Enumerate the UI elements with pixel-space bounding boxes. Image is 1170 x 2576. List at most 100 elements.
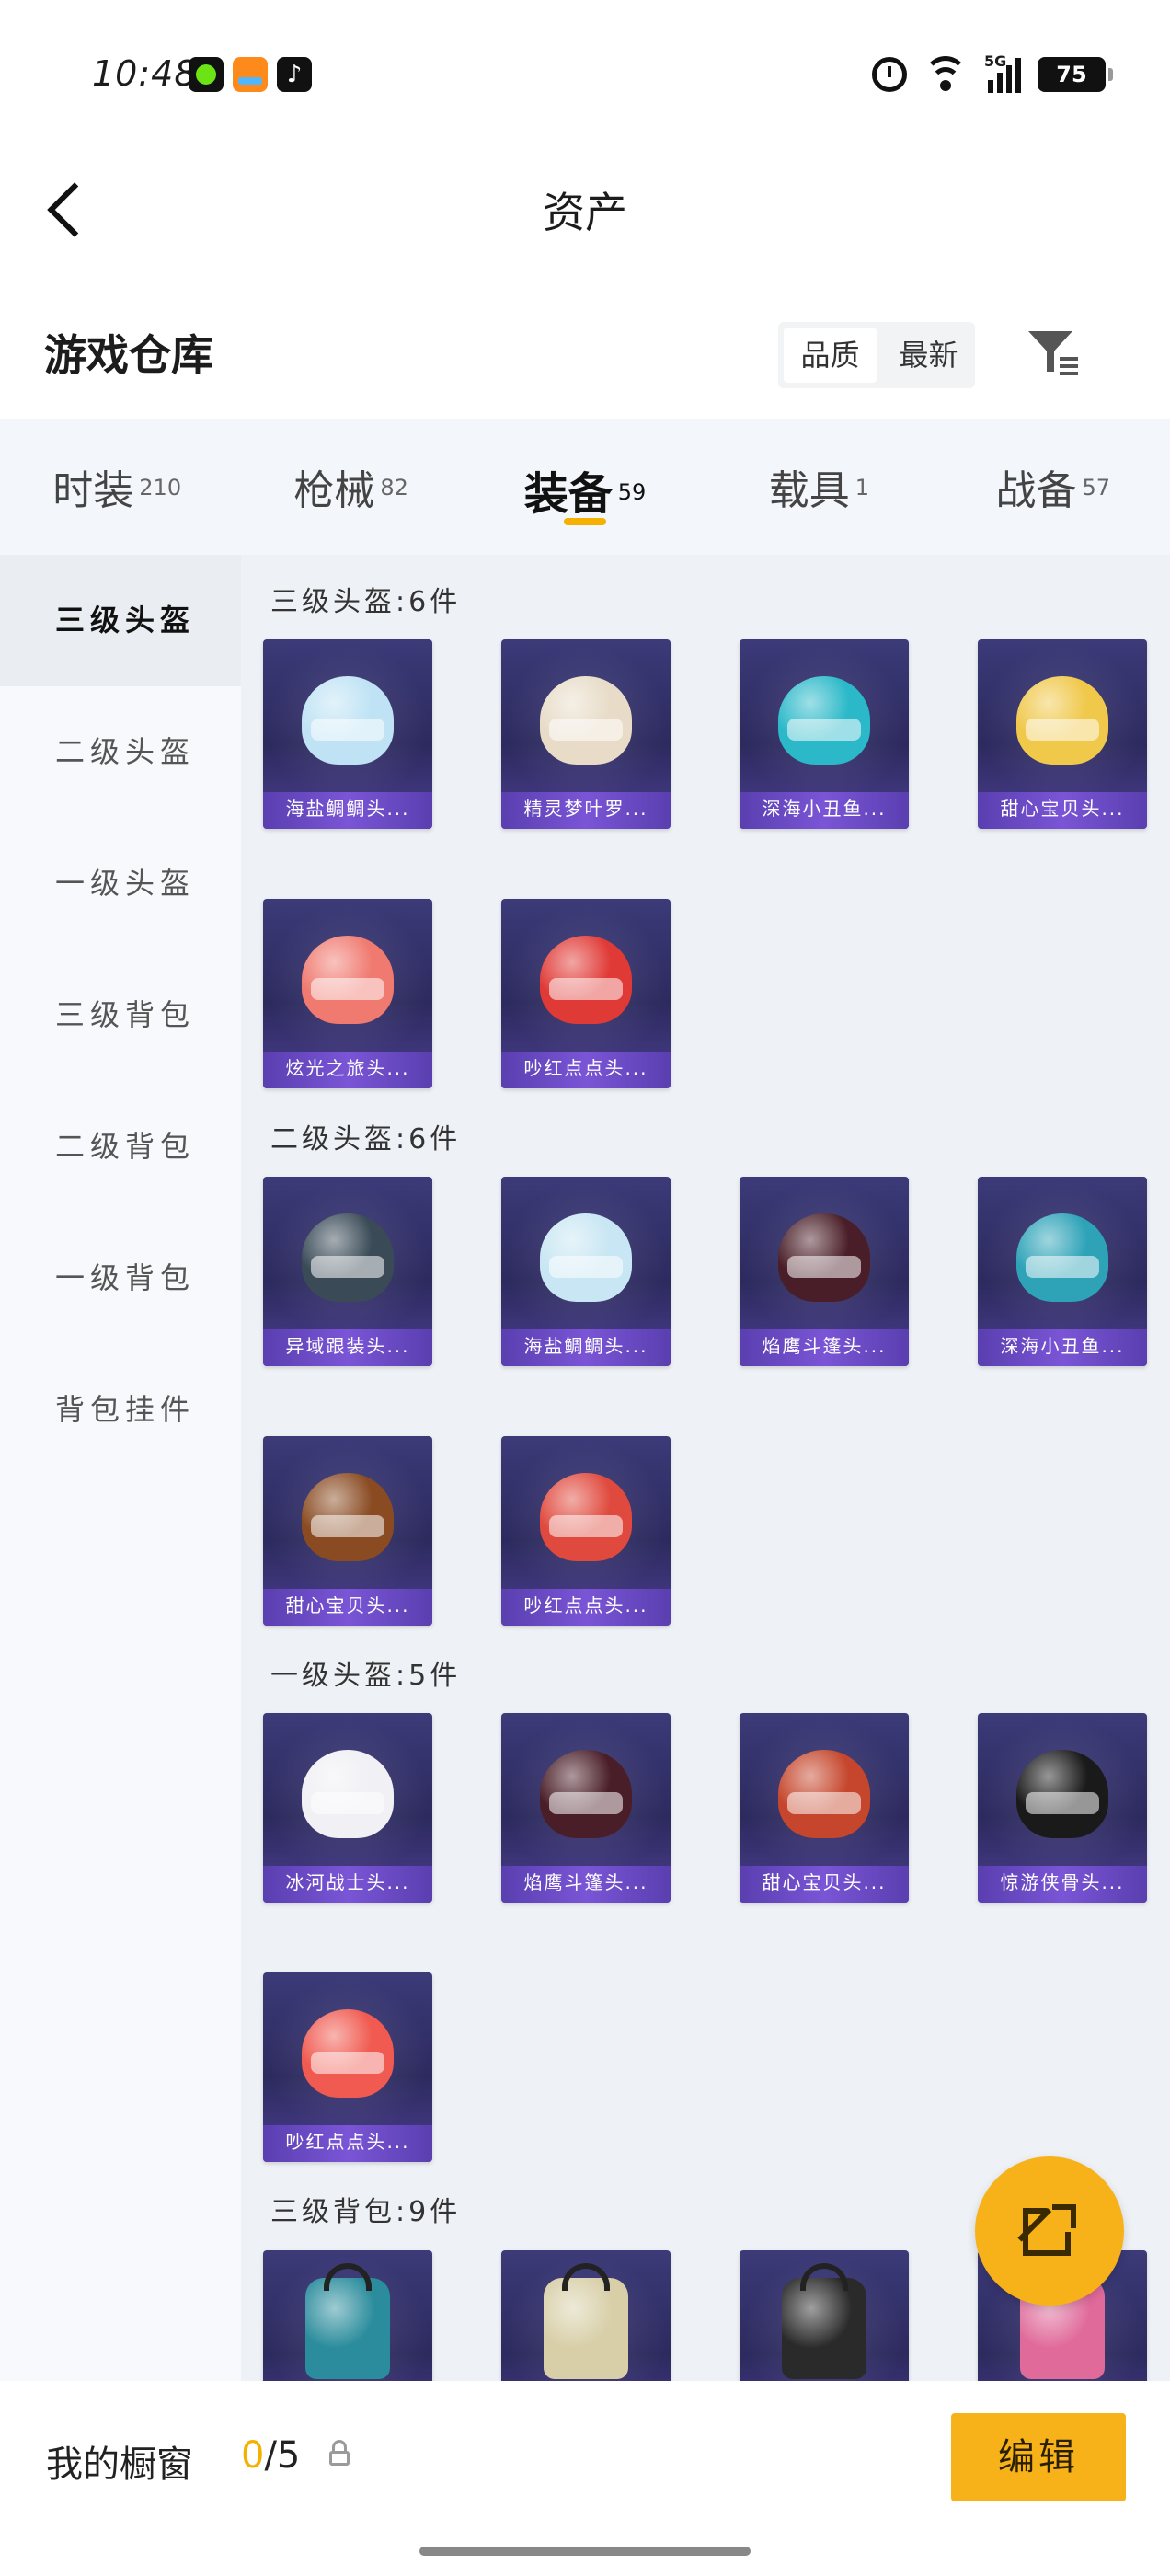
backpack-icon (305, 2263, 390, 2379)
item-card[interactable]: 精灵梦叶罗... (501, 639, 671, 829)
sort-quality-button[interactable]: 品质 (784, 328, 877, 383)
item-card[interactable]: 甜心宝贝头... (263, 1436, 432, 1626)
item-card[interactable]: 焰鹰斗篷头... (740, 1177, 909, 1366)
helmet-icon (778, 676, 870, 765)
filter-button[interactable] (1021, 324, 1082, 385)
helmet-icon (540, 936, 632, 1024)
tab-label: 时装 (52, 467, 134, 514)
section-title: 二级头盔:6件 (270, 1123, 462, 1156)
tab-count: 210 (139, 475, 182, 500)
helmet-icon (540, 1750, 632, 1838)
sidebar-item-level1-helmet[interactable]: 一级头盔 (0, 818, 241, 949)
item-card[interactable]: 冰河战士头... (263, 1713, 432, 1903)
item-card[interactable]: 海盐鲷鲷头... (263, 639, 432, 829)
tab-count: 1 (855, 475, 869, 500)
sidebar-item-level2-backpack[interactable]: 二级背包 (0, 1081, 241, 1213)
tab-count: 57 (1082, 475, 1111, 500)
item-card[interactable]: 吵红点点头... (501, 1436, 671, 1626)
item-name: 海盐鲷鲷头... (523, 1335, 648, 1357)
status-bar: 10:48 ♪ 5G 75 (0, 0, 1170, 152)
item-card[interactable]: 炫光之旅头... (263, 899, 432, 1088)
item-card[interactable] (263, 2250, 432, 2381)
helmet-icon (302, 1750, 394, 1838)
item-name: 异域跟装头... (285, 1335, 410, 1357)
item-card[interactable]: 惊游侠骨头... (978, 1713, 1147, 1903)
item-card[interactable]: 海盐鲷鲷头... (501, 1177, 671, 1366)
section-title: 一级头盔:5件 (270, 1660, 462, 1692)
showcase-current: 0 (241, 2434, 265, 2477)
item-name: 吵红点点头... (523, 1594, 648, 1616)
item-card[interactable]: 吵红点点头... (501, 899, 671, 1088)
sidebar-item-backpack-charm[interactable]: 背包挂件 (0, 1344, 241, 1476)
item-card[interactable]: 异域跟装头... (263, 1177, 432, 1366)
backpack-icon (544, 2263, 628, 2379)
battery-icon: 75 (1038, 57, 1113, 92)
backpack-icon (782, 2263, 866, 2379)
tab-label: 战备 (995, 467, 1077, 514)
helmet-icon (1016, 1213, 1108, 1302)
helmet-icon (1016, 676, 1108, 765)
tab-combat-gear[interactable]: 战备 57 (936, 419, 1170, 555)
tab-count: 59 (617, 479, 647, 505)
tab-label: 装备 (523, 468, 613, 520)
nav-bar: 资产 (0, 152, 1170, 262)
tab-fashion[interactable]: 时装 210 (0, 419, 234, 555)
share-button[interactable] (975, 2156, 1124, 2306)
helmet-icon (540, 676, 632, 765)
edit-button[interactable]: 编辑 (951, 2413, 1126, 2501)
category-tabs: 时装 210 枪械 82 装备 59 载具 1 战备 57 (0, 419, 1170, 555)
item-card[interactable]: 深海小丑鱼... (740, 639, 909, 829)
section-title: 三级头盔:6件 (270, 586, 462, 618)
item-name: 深海小丑鱼... (1000, 1335, 1125, 1357)
tab-firearms[interactable]: 枪械 82 (234, 419, 467, 555)
cellular-signal-icon: 5G (984, 52, 1021, 93)
tab-label: 载具 (768, 467, 850, 514)
status-time: 10:48 (92, 53, 198, 94)
item-card[interactable]: 甜心宝贝头... (740, 1713, 909, 1903)
helmet-icon (302, 1213, 394, 1302)
tab-label: 枪械 (293, 467, 375, 514)
sidebar-item-level3-helmet[interactable]: 三级头盔 (0, 555, 241, 686)
helmet-icon (778, 1213, 870, 1302)
item-card[interactable]: 深海小丑鱼... (978, 1177, 1147, 1366)
showcase-count: 0/5 (241, 2434, 300, 2477)
tab-vehicles[interactable]: 载具 1 (702, 419, 935, 555)
helmet-icon (302, 676, 394, 765)
item-name: 焰鹰斗篷头... (762, 1335, 887, 1357)
tab-count: 82 (380, 475, 408, 500)
sidebar-item-level2-helmet[interactable]: 二级头盔 (0, 686, 241, 818)
tiktok-notification-icon: ♪ (277, 57, 312, 92)
active-tab-indicator (563, 518, 606, 525)
item-name: 惊游侠骨头... (1000, 1871, 1125, 1893)
taobao-notification-icon (233, 57, 268, 92)
item-card[interactable] (740, 2250, 909, 2381)
status-indicators: 5G 75 (872, 52, 1113, 96)
wifi-icon (923, 56, 968, 93)
subcategory-sidebar: 三级头盔 二级头盔 一级头盔 三级背包 二级背包 一级背包 背包挂件 (0, 555, 241, 2381)
item-name: 炫光之旅头... (285, 1057, 410, 1079)
alarm-icon (872, 57, 907, 92)
sort-latest-button[interactable]: 最新 (882, 322, 975, 388)
item-card[interactable] (501, 2250, 671, 2381)
sidebar-item-level3-backpack[interactable]: 三级背包 (0, 949, 241, 1081)
network-type: 5G (984, 52, 1007, 70)
bottom-bar: 我的橱窗 0/5 编辑 (0, 2381, 1170, 2576)
item-name: 精灵梦叶罗... (523, 798, 648, 820)
item-name: 深海小丑鱼... (762, 798, 887, 820)
section-title: 三级背包:9件 (270, 2196, 462, 2228)
item-name: 甜心宝贝头... (762, 1871, 887, 1893)
helmet-icon (540, 1473, 632, 1561)
item-card[interactable]: 吵红点点头... (263, 1972, 432, 2162)
sidebar-item-level1-backpack[interactable]: 一级背包 (0, 1213, 241, 1344)
helmet-icon (1016, 1750, 1108, 1838)
sort-toggle: 品质 最新 (778, 322, 975, 388)
warehouse-title: 游戏仓库 (44, 330, 213, 380)
item-name: 吵红点点头... (523, 1057, 648, 1079)
item-name: 焰鹰斗篷头... (523, 1871, 648, 1893)
tab-equipment[interactable]: 装备 59 (468, 419, 702, 555)
item-card[interactable]: 焰鹰斗篷头... (501, 1713, 671, 1903)
item-name: 海盐鲷鲷头... (285, 798, 410, 820)
lock-icon (329, 2440, 350, 2467)
item-name: 甜心宝贝头... (285, 1594, 410, 1616)
item-card[interactable]: 甜心宝贝头... (978, 639, 1147, 829)
